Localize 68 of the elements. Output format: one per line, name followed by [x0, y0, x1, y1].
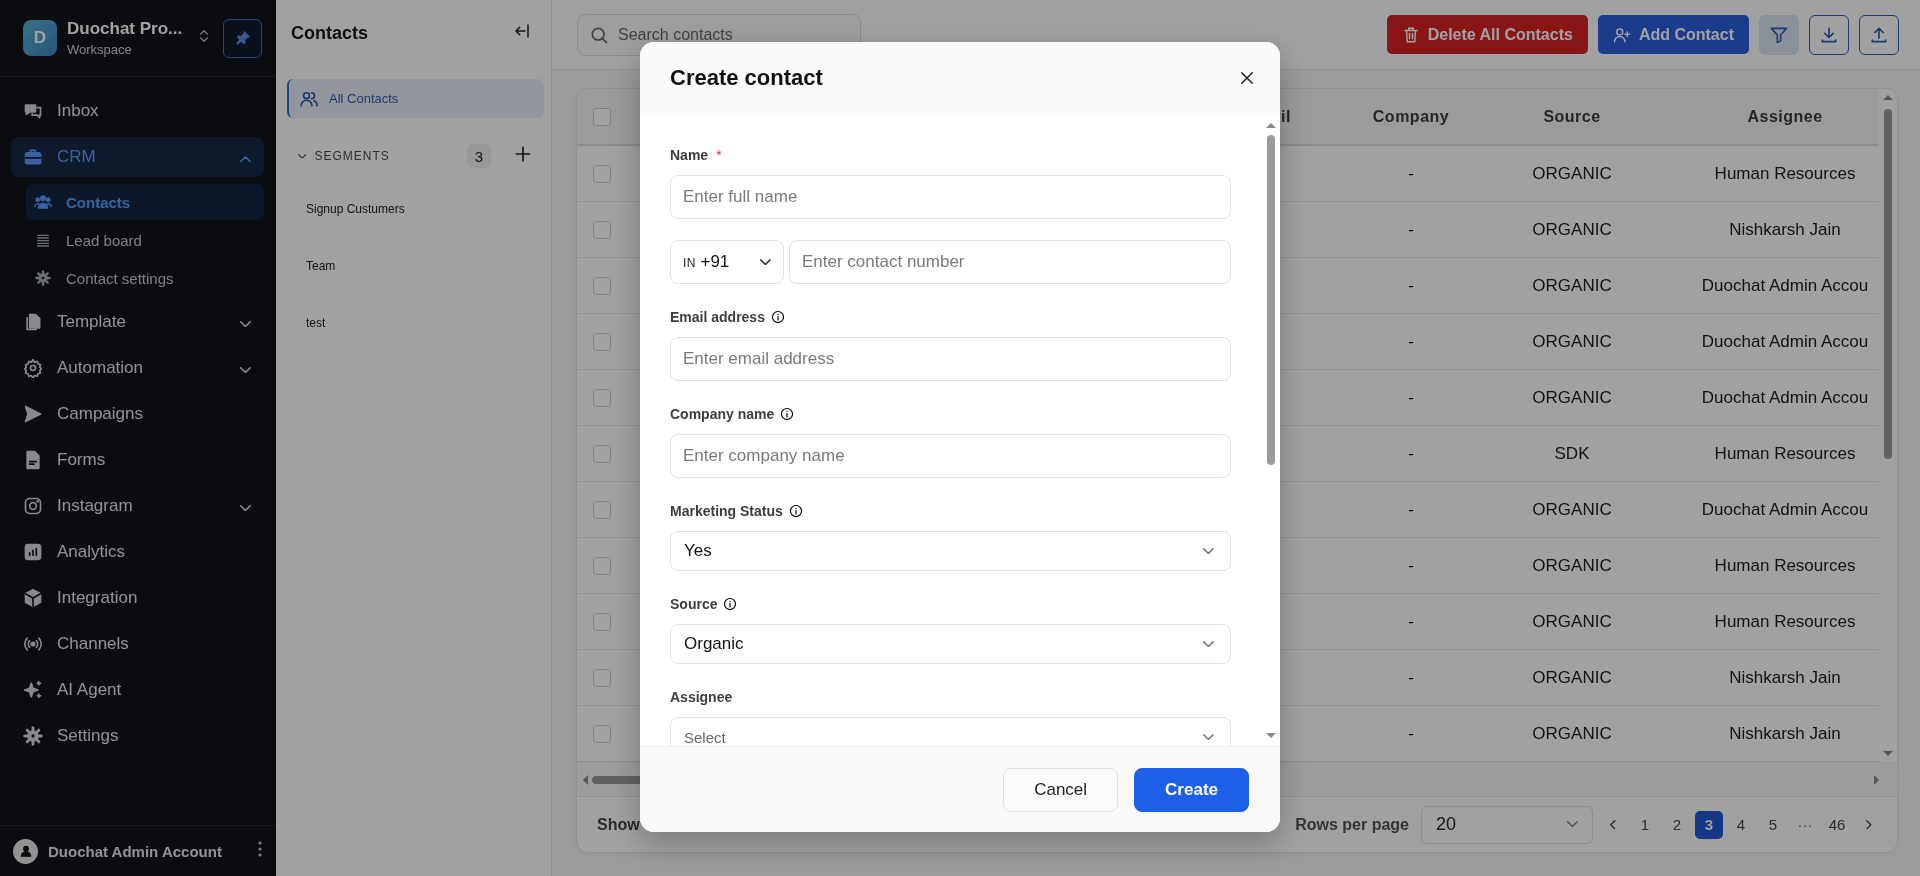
nav-label: Forms: [57, 450, 106, 470]
table-cell: -: [1408, 611, 1414, 631]
segments-count: 3: [467, 144, 491, 168]
nav-label: CRM: [57, 147, 96, 167]
table-cell: Human Resources: [1714, 443, 1856, 463]
nav-label: Inbox: [57, 101, 99, 121]
table-cell: ORGANIC: [1532, 723, 1612, 743]
nav-label: Automation: [57, 358, 143, 378]
table-cell: -: [1408, 499, 1414, 519]
table-cell: -: [1408, 163, 1414, 183]
table-cell: ORGANIC: [1532, 611, 1612, 631]
table-cell: ORGANIC: [1532, 555, 1612, 575]
table-cell: ORGANIC: [1532, 387, 1612, 407]
nav-sublabel: Lead board: [66, 231, 142, 249]
nav-label: Analytics: [57, 542, 126, 562]
table-cell: ORGANIC: [1532, 219, 1612, 239]
table-cell: Duochat Admin Accou: [1701, 331, 1869, 351]
rows-per-page-label: Rows per page: [1295, 815, 1409, 834]
table-cell: Human Resources: [1714, 611, 1856, 631]
nav-label: Integration: [57, 588, 138, 608]
table-cell: -: [1408, 275, 1414, 295]
workspace-subtitle: Workspace: [67, 42, 133, 57]
field-label: Assignee: [670, 689, 733, 705]
table-cell: Human Resources: [1714, 555, 1856, 575]
column-header: Source: [1543, 107, 1601, 125]
table-cell: -: [1408, 387, 1414, 407]
field-label: Name: [670, 147, 709, 163]
all-contacts-label: All Contacts: [329, 91, 399, 106]
table-cell: SDK: [1554, 443, 1590, 463]
table-cell: Nishkarsh Jain: [1729, 723, 1841, 743]
nav-sublabel: Contact settings: [66, 269, 174, 287]
table-cell: Duochat Admin Accou: [1701, 387, 1869, 407]
column-header: Assignee: [1747, 107, 1823, 125]
table-cell: Duochat Admin Accou: [1701, 275, 1869, 295]
table-cell: Human Resources: [1714, 163, 1856, 183]
field-label: Email address: [670, 309, 765, 325]
nav-label: Template: [57, 312, 126, 332]
table-cell: -: [1408, 331, 1414, 351]
field-label: Source: [670, 596, 718, 612]
nav-label: Channels: [57, 634, 129, 654]
table-cell: -: [1408, 723, 1414, 743]
nav-label: Instagram: [57, 496, 133, 516]
table-cell: -: [1408, 443, 1414, 463]
column-header: Company: [1372, 107, 1450, 125]
page-ellipsis: ···: [1796, 815, 1814, 835]
column-header: il: [1281, 107, 1291, 125]
field-label: Marketing Status: [670, 503, 783, 519]
table-cell: -: [1408, 219, 1414, 239]
table-cell: Nishkarsh Jain: [1729, 219, 1841, 239]
dialog-title: Create contact: [670, 64, 823, 91]
table-cell: Duochat Admin Accou: [1701, 499, 1869, 519]
nav-label: Settings: [57, 726, 119, 746]
table-cell: ORGANIC: [1532, 499, 1612, 519]
nav-label: Campaigns: [57, 404, 143, 424]
nav-label: AI Agent: [57, 680, 122, 700]
showing-text: Show: [597, 815, 640, 834]
table-cell: ORGANIC: [1532, 275, 1612, 295]
nav-sublabel: Contacts: [66, 193, 131, 211]
table-cell: ORGANIC: [1532, 163, 1612, 183]
required-mark: *: [716, 147, 722, 163]
table-cell: ORGANIC: [1532, 331, 1612, 351]
table-cell: -: [1408, 667, 1414, 687]
table-cell: ORGANIC: [1532, 667, 1612, 687]
field-label: Company name: [670, 406, 775, 422]
table-cell: Nishkarsh Jain: [1729, 667, 1841, 687]
workspace-avatar: D: [23, 20, 57, 56]
table-cell: -: [1408, 555, 1414, 575]
panel-title: Contacts: [291, 22, 368, 44]
